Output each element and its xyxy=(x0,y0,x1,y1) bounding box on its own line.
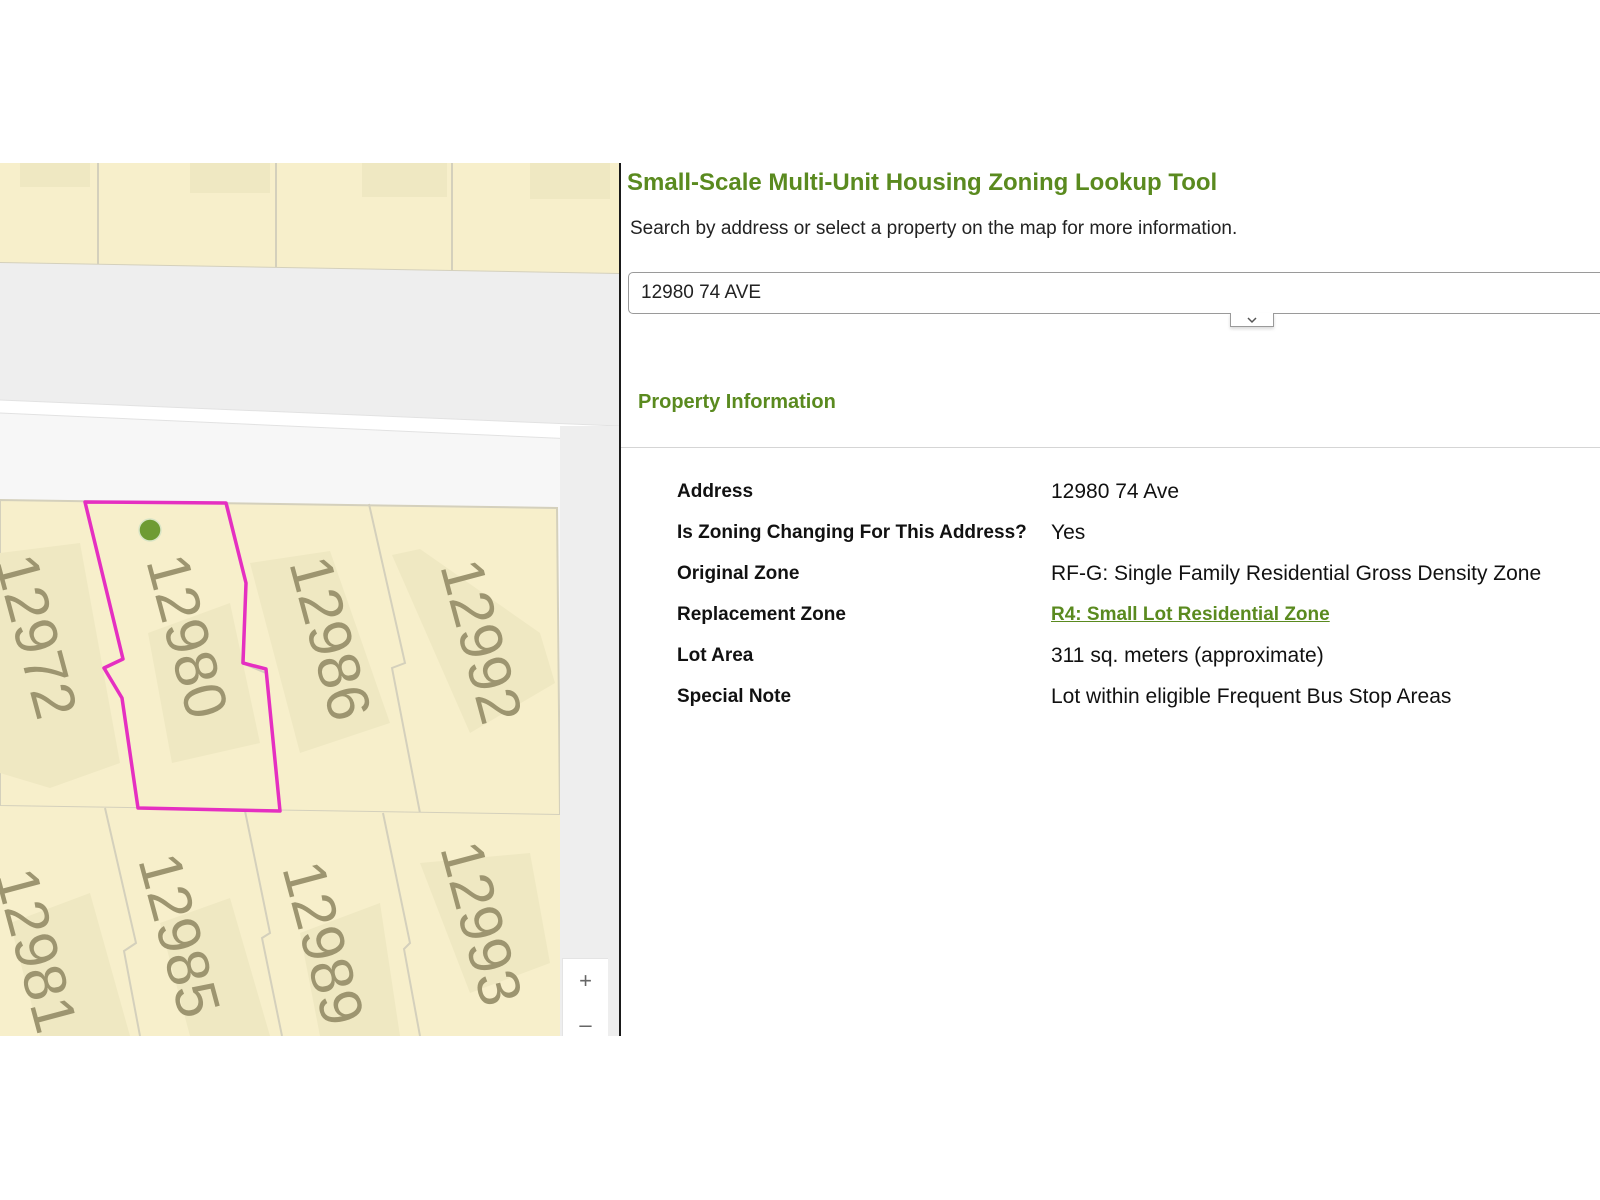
info-label: Special Note xyxy=(677,686,792,707)
info-value: Lot within eligible Frequent Bus Stop Ar… xyxy=(1051,685,1452,708)
info-value: RF-G: Single Family Residential Gross De… xyxy=(1051,562,1542,585)
search-dropdown-toggle[interactable] xyxy=(1230,313,1274,327)
info-label: Replacement Zone xyxy=(677,604,846,625)
info-value: 12980 74 Ave xyxy=(1051,480,1180,503)
property-info-heading: Property Information xyxy=(638,391,836,413)
road xyxy=(0,263,619,426)
selected-location-marker[interactable] xyxy=(138,518,162,542)
page-title: Small-Scale Multi-Unit Housing Zoning Lo… xyxy=(627,169,1218,196)
instructions-text: Search by address or select a property o… xyxy=(630,218,1238,239)
info-label: Is Zoning Changing For This Address? xyxy=(677,522,1027,543)
lot-parcel[interactable] xyxy=(0,163,619,274)
info-label: Lot Area xyxy=(677,645,754,666)
info-label: Address xyxy=(677,481,754,502)
info-label: Original Zone xyxy=(677,563,800,584)
address-search-box[interactable] xyxy=(628,272,1600,314)
info-panel: Small-Scale Multi-Unit Housing Zoning Lo… xyxy=(621,163,1600,1036)
zoom-out-button[interactable]: – xyxy=(562,1003,608,1036)
replacement-zone-link[interactable]: R4: Small Lot Residential Zone xyxy=(1051,604,1330,626)
property-map[interactable]: 12972 12980 12986 12992 12981 12985 1298… xyxy=(0,163,619,1036)
map-canvas[interactable]: 12972 12980 12986 12992 12981 12985 1298… xyxy=(0,163,619,1036)
chevron-down-icon xyxy=(1247,316,1257,323)
address-search-input[interactable] xyxy=(641,273,1541,313)
info-value: 311 sq. meters (approximate) xyxy=(1051,644,1324,667)
info-value: Yes xyxy=(1051,521,1086,544)
section-divider xyxy=(621,447,1600,448)
zoom-in-button[interactable]: + xyxy=(562,958,608,1004)
